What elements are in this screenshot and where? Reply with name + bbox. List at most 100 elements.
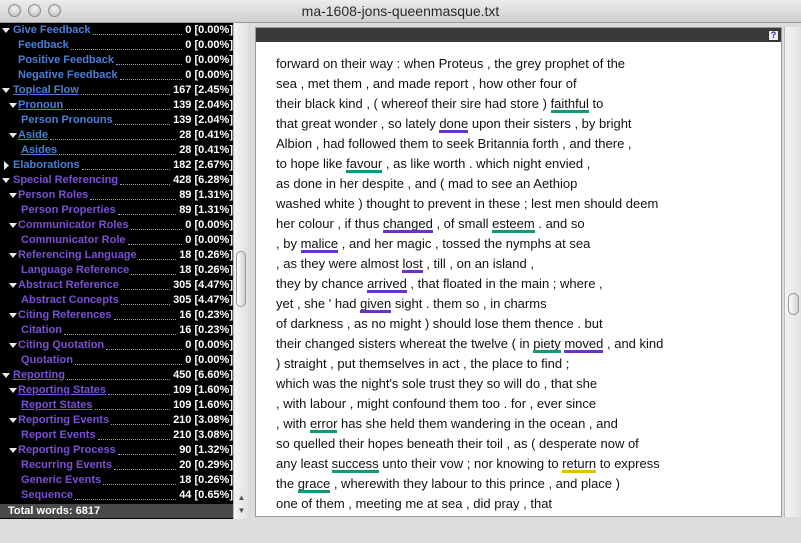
tree-scroll-thumb[interactable] [236, 251, 246, 307]
highlighted-word[interactable]: success [331, 454, 379, 474]
tree-item-label[interactable]: Reporting [13, 368, 65, 383]
tree-item-label[interactable]: Communicator Role [21, 233, 126, 248]
disclosure-triangle-down-icon[interactable] [9, 98, 17, 113]
tree-row[interactable]: Give Feedback 0 [0.00%] [0, 23, 233, 38]
tree-row[interactable]: Sequence 44 [0.65%] [0, 488, 233, 503]
tree-item-label[interactable]: Quotation [21, 353, 73, 368]
disclosure-triangle-down-icon[interactable] [9, 413, 17, 428]
tree-item-label[interactable]: Citing References [18, 308, 112, 323]
highlighted-word[interactable]: given [360, 294, 392, 314]
highlighted-word[interactable]: moved [564, 334, 604, 354]
highlighted-word[interactable]: done [439, 114, 468, 134]
disclosure-triangle-right-icon[interactable] [2, 158, 10, 173]
tree-row[interactable]: Referencing Language 18 [0.26%] [0, 248, 233, 263]
tree-row[interactable]: Citing References 16 [0.23%] [0, 308, 233, 323]
tree-row[interactable]: Reporting States 109 [1.60%] [0, 383, 233, 398]
tree-item-label[interactable]: Citation [21, 323, 62, 338]
tree-row[interactable]: Report Events 210 [3.08%] [0, 428, 233, 443]
tree-row[interactable]: Quotation 0 [0.00%] [0, 353, 233, 368]
tree-item-label[interactable]: Feedback [18, 38, 69, 53]
disclosure-triangle-down-icon[interactable] [9, 338, 17, 353]
tree-row[interactable]: Negative Feedback 0 [0.00%] [0, 68, 233, 83]
text-scroll-thumb[interactable] [788, 293, 799, 315]
tree-item-label[interactable]: Recurring Events [21, 458, 112, 473]
tree-item-label[interactable]: Report Events [21, 428, 96, 443]
tree-item-label[interactable]: Abstract Reference [18, 278, 119, 293]
disclosure-triangle-down-icon[interactable] [9, 443, 17, 458]
tree-item-label[interactable]: Give Feedback [13, 23, 91, 38]
tree-row[interactable]: Citation 16 [0.23%] [0, 323, 233, 338]
disclosure-triangle-down-icon[interactable] [2, 368, 10, 383]
tree-item-label[interactable]: Reporting States [18, 383, 106, 398]
tree-item-label[interactable]: Aside [18, 128, 48, 143]
tree-item-label[interactable]: Generic Events [21, 473, 101, 488]
tree-row[interactable]: Reporting Process 90 [1.32%] [0, 443, 233, 458]
tree-row[interactable]: Abstract Concepts 305 [4.47%] [0, 293, 233, 308]
tree-item-label[interactable]: Reporting Events [18, 413, 109, 428]
tree-row[interactable]: Aside 28 [0.41%] [0, 128, 233, 143]
tree-row[interactable]: Pronoun 139 [2.04%] [0, 98, 233, 113]
tree-item-label[interactable]: Person Properties [21, 203, 116, 218]
tree-item-label[interactable]: Negative Feedback [18, 68, 118, 83]
highlighted-word[interactable]: arrived [367, 274, 407, 294]
disclosure-triangle-down-icon[interactable] [9, 383, 17, 398]
highlighted-word[interactable]: malice [300, 234, 338, 254]
tree-row[interactable]: Feedback 0 [0.00%] [0, 38, 233, 53]
text-scrollbar[interactable] [784, 27, 801, 517]
tree-item-label[interactable]: Referencing Language [18, 248, 137, 263]
tree-row[interactable]: Report States 109 [1.60%] [0, 398, 233, 413]
highlighted-word[interactable]: error [309, 414, 338, 434]
tree-item-label[interactable]: Communicator Roles [18, 218, 129, 233]
tree-item-label[interactable]: Language Reference [21, 263, 129, 278]
highlighted-word[interactable]: piety [533, 334, 562, 354]
disclosure-triangle-down-icon[interactable] [2, 173, 10, 188]
scroll-up-arrow-icon[interactable]: ▲ [234, 491, 249, 504]
tree-row[interactable]: Elaborations 182 [2.67%] [0, 158, 233, 173]
highlighted-word[interactable]: return [562, 454, 596, 474]
tree-row[interactable]: Abstract Reference 305 [4.47%] [0, 278, 233, 293]
disclosure-triangle-down-icon[interactable] [2, 23, 10, 38]
highlighted-word[interactable]: changed [382, 214, 433, 234]
tree-row[interactable]: Recurring Events 20 [0.29%] [0, 458, 233, 473]
scroll-down-arrow-icon[interactable]: ▼ [234, 504, 249, 517]
tree-row[interactable]: Person Properties 89 [1.31%] [0, 203, 233, 218]
tree-item-label[interactable]: Positive Feedback [18, 53, 114, 68]
disclosure-triangle-down-icon[interactable] [2, 83, 10, 98]
tree-row[interactable]: Asides 28 [0.41%] [0, 143, 233, 158]
tree-item-label[interactable]: Person Roles [18, 188, 88, 203]
tree-item-label[interactable]: Topical Flow [13, 83, 79, 98]
tree-item-label[interactable]: Person Pronouns [21, 113, 113, 128]
tree-row[interactable]: Person Pronouns 139 [2.04%] [0, 113, 233, 128]
highlighted-word[interactable]: lost [402, 254, 423, 274]
tree-row[interactable]: Language Reference 18 [0.26%] [0, 263, 233, 278]
highlighted-word[interactable]: esteem [492, 214, 535, 234]
highlighted-word[interactable]: favour [346, 154, 383, 174]
tree-row[interactable]: Communicator Role 0 [0.00%] [0, 233, 233, 248]
tree-row[interactable]: Person Roles 89 [1.31%] [0, 188, 233, 203]
tree-item-label[interactable]: Report States [21, 398, 93, 413]
tree-row[interactable]: Reporting 450 [6.60%] [0, 368, 233, 383]
tree-row[interactable]: Special Referencing 428 [6.28%] [0, 173, 233, 188]
tree-row[interactable]: Positive Feedback 0 [0.00%] [0, 53, 233, 68]
tree-row[interactable]: Reporting Events 210 [3.08%] [0, 413, 233, 428]
tree-scrollbar[interactable]: ▲ ▼ [233, 23, 248, 519]
tree-row[interactable]: Communicator Roles 0 [0.00%] [0, 218, 233, 233]
tree-item-label[interactable]: Abstract Concepts [21, 293, 119, 308]
tree-item-label[interactable]: Reporting Process [18, 443, 116, 458]
disclosure-triangle-down-icon[interactable] [9, 248, 17, 263]
highlighted-word[interactable]: grace [297, 474, 330, 494]
disclosure-triangle-down-icon[interactable] [9, 278, 17, 293]
tree-row[interactable]: Topical Flow 167 [2.45%] [0, 83, 233, 98]
disclosure-triangle-down-icon[interactable] [9, 188, 17, 203]
disclosure-triangle-down-icon[interactable] [9, 128, 17, 143]
disclosure-triangle-down-icon[interactable] [9, 308, 17, 323]
tree-row[interactable]: Generic Events 18 [0.26%] [0, 473, 233, 488]
tree-item-label[interactable]: Citing Quotation [18, 338, 104, 353]
tree-item-label[interactable]: Special Referencing [13, 173, 118, 188]
disclosure-triangle-down-icon[interactable] [9, 218, 17, 233]
tree-item-label[interactable]: Sequence [21, 488, 73, 503]
tree-item-label[interactable]: Elaborations [13, 158, 80, 173]
tree-row[interactable]: Citing Quotation 0 [0.00%] [0, 338, 233, 353]
tree-item-label[interactable]: Asides [21, 143, 57, 158]
tree-item-label[interactable]: Pronoun [18, 98, 63, 113]
